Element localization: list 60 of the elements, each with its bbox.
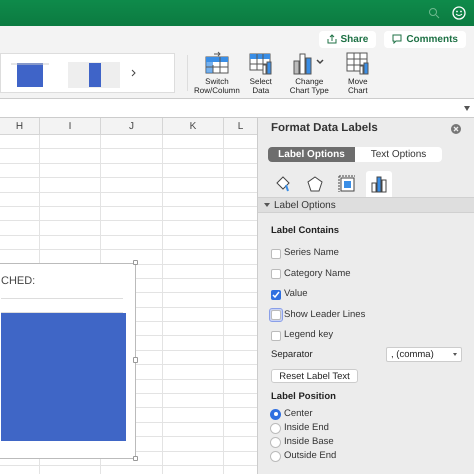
radio-label: Inside End [284, 420, 329, 435]
section-heading: Label Position [271, 390, 337, 404]
comment-icon [392, 34, 402, 44]
pane-title: Format Data Labels [271, 120, 378, 136]
resize-handle[interactable] [133, 260, 138, 265]
radio-button[interactable] [270, 422, 281, 434]
disclosure-triangle-icon [264, 202, 270, 208]
reset-label-text-button[interactable]: Reset Label Text [271, 368, 358, 383]
chevron-right-icon[interactable] [131, 69, 137, 77]
chart-title: CHED: [1, 274, 36, 289]
checkbox-label: Series Name [284, 246, 339, 260]
resize-icon [338, 175, 356, 193]
chart-area[interactable]: CHED: [0, 263, 136, 459]
dropdown-arrow-icon [464, 106, 470, 110]
column-header[interactable]: J [101, 118, 163, 134]
radio-label: Inside Base [284, 434, 334, 449]
table-chart-icon [248, 51, 274, 75]
share-button[interactable]: Share [318, 30, 376, 48]
radio-label: Center [284, 406, 313, 421]
checkbox-label: Category Name [284, 266, 351, 281]
dropdown-arrow-icon [453, 353, 457, 356]
chart-styles-gallery[interactable] [0, 53, 175, 93]
pentagon-icon [307, 176, 323, 192]
ribbon-button[interactable]: Select Data [246, 51, 276, 95]
checkbox-label: Legend key [284, 328, 334, 342]
column-header[interactable]: I [40, 118, 101, 134]
paint-bucket-icon [274, 175, 292, 193]
checkbox[interactable] [271, 248, 281, 258]
separator-dropdown[interactable]: , (comma) [386, 347, 462, 362]
separator-label: Separator [271, 348, 313, 362]
search-icon[interactable] [428, 7, 440, 19]
checkbox[interactable] [271, 269, 281, 279]
pane-tab[interactable]: Text Options [355, 147, 442, 162]
checkbox[interactable] [271, 330, 281, 340]
comments-button[interactable]: Comments [384, 30, 466, 48]
radio-button[interactable] [270, 436, 281, 448]
resize-handle[interactable] [133, 357, 138, 363]
close-icon[interactable] [451, 124, 461, 134]
smiley-icon[interactable] [452, 6, 466, 20]
section-header[interactable]: Label Options [258, 197, 474, 213]
bar-chart-icon [370, 175, 388, 193]
ribbon-button[interactable]: Change Chart Type [288, 51, 331, 95]
column-header[interactable]: K [163, 118, 224, 134]
checkbox-label: Show Leader Lines [284, 308, 366, 322]
ribbon-button[interactable]: Switch Row/Column [192, 51, 242, 95]
share-icon [326, 34, 337, 44]
section-heading: Label Contains [271, 224, 340, 238]
table-arrows-icon [204, 51, 230, 75]
column-header[interactable]: H [0, 118, 40, 134]
radio-button[interactable] [270, 450, 281, 462]
radio-label: Outside End [284, 448, 336, 463]
grid-chart-icon [344, 51, 371, 75]
bar-chart-icon [292, 51, 326, 75]
checkbox-label: Value [284, 287, 308, 302]
checkmark-icon [272, 290, 280, 298]
icon-tab[interactable] [366, 171, 392, 197]
radio-button[interactable] [270, 408, 281, 420]
pane-tab[interactable]: Label Options [268, 147, 355, 162]
resize-handle[interactable] [133, 456, 138, 461]
ribbon-button[interactable]: Move Chart [342, 51, 373, 95]
